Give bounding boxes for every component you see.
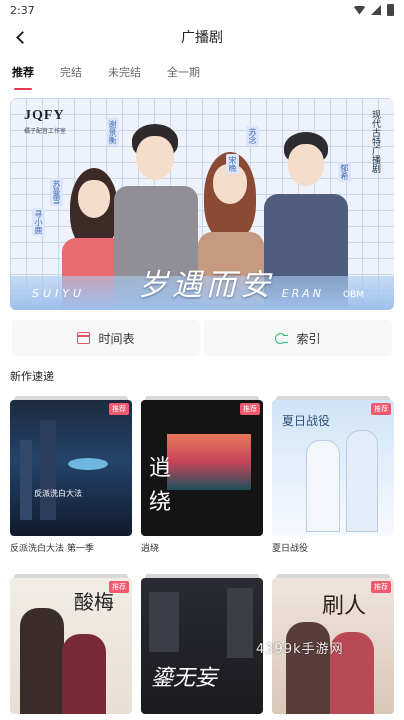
banner-caption-left: SUIYU [32, 287, 86, 300]
character-name-tag: 郁希 [338, 162, 351, 182]
recommend-badge: 推荐 [109, 403, 129, 415]
character-name-tag: 谢景衡 [106, 118, 119, 146]
cover-title-art: 反派洗白大法 [34, 489, 82, 498]
building-shape [20, 440, 32, 520]
drama-cover: 反派洗白大法 推荐 [10, 400, 132, 536]
recommend-badge: 推荐 [371, 403, 391, 415]
character-figure [286, 622, 330, 714]
drama-title: 反派洗白大法 第一季 [10, 544, 94, 554]
character-name-tag: 寻小鹿 [32, 208, 45, 236]
recommend-badge: 推荐 [240, 403, 260, 415]
building-shape [149, 592, 179, 652]
drama-cover: 鎏无妄 [141, 578, 263, 714]
drama-card[interactable]: 夏日战役 推荐 夏日战役 [272, 396, 394, 554]
cover-art-panel [167, 434, 251, 490]
schedule-label: 时间表 [98, 331, 135, 346]
section-title: 新作速递 [10, 370, 54, 383]
status-bar: 2:37 [0, 0, 404, 20]
recommend-badge: 推荐 [109, 581, 129, 593]
signal-icon [371, 5, 381, 15]
drama-card[interactable]: 反派洗白大法 推荐 反派洗白大法 第一季 [10, 396, 132, 554]
banner-vertical-caption: 现代古特广播剧 [370, 110, 380, 173]
drama-cover: 逍 绕 推荐 [141, 400, 263, 536]
site-watermark: 4399k手游网 [256, 642, 344, 657]
banner-caption-right: ERAN [281, 287, 324, 300]
tab-ongoing[interactable]: 未完结 [108, 60, 141, 88]
banner-logo: JQFY [24, 108, 65, 123]
banner-logo-subtitle: 橘子配音工作室 [24, 128, 67, 135]
cover-title-art: 逍 [149, 456, 172, 481]
status-time: 2:37 [10, 3, 35, 17]
cover-title-art: 酸梅 [74, 590, 114, 614]
drama-title: 夏日战役 [272, 544, 309, 554]
schedule-button[interactable]: 时间表 [12, 320, 200, 356]
category-tabs: 推荐 完结 未完结 全一期 [0, 60, 404, 90]
character-name-tag: 宋晚 [226, 154, 239, 174]
quick-actions: 时间表 索引 [10, 320, 394, 356]
index-icon [275, 332, 289, 344]
featured-banner[interactable]: JQFY 橘子配音工作室 现代古特广播剧 寻小鹿 苏曼雪 谢景衡 苏念 宋晚 郁… [10, 98, 394, 310]
character-name-tag: 苏曼雪 [50, 178, 63, 206]
app-header: 广播剧 [0, 22, 404, 52]
wifi-icon [354, 5, 365, 15]
drama-cover: 酸梅 推荐 [10, 578, 132, 714]
back-button[interactable] [8, 24, 34, 50]
battery-icon [387, 4, 394, 16]
tab-completed[interactable]: 完结 [60, 60, 82, 88]
drama-cover: 夏日战役 推荐 [272, 400, 394, 536]
back-arrow-icon [16, 30, 29, 44]
drama-card[interactable]: 鎏无妄 [141, 574, 263, 719]
index-label: 索引 [296, 331, 321, 346]
building-shape [40, 420, 56, 520]
character-figure [306, 440, 340, 532]
drama-card[interactable]: 逍 绕 推荐 逍绕 [141, 396, 263, 554]
character-name-tag: 苏念 [246, 126, 259, 146]
drama-card[interactable]: 酸梅 推荐 [10, 574, 132, 719]
index-button[interactable]: 索引 [204, 320, 392, 356]
character-figure [20, 608, 64, 714]
drama-title: 逍绕 [141, 544, 160, 554]
cover-title-art: 鎏无妄 [151, 666, 218, 691]
page-title: 广播剧 [181, 30, 223, 46]
cover-title-art: 绕 [149, 490, 172, 515]
recommend-badge: 推荐 [371, 581, 391, 593]
character-figure [346, 430, 378, 532]
tab-recommend[interactable]: 推荐 [12, 60, 34, 90]
cover-title-art: 夏日战役 [282, 414, 331, 428]
tab-single-episode[interactable]: 全一期 [167, 60, 200, 88]
banner-title-art: 岁遇而安 [138, 268, 274, 303]
status-icons [354, 4, 394, 16]
cover-title-art: 刷人 [322, 594, 367, 619]
calendar-icon [77, 332, 91, 344]
banner-studio-logo: OBM [342, 290, 364, 300]
vehicle-shape [68, 458, 108, 470]
building-shape [227, 588, 253, 658]
character-figure [62, 634, 106, 714]
